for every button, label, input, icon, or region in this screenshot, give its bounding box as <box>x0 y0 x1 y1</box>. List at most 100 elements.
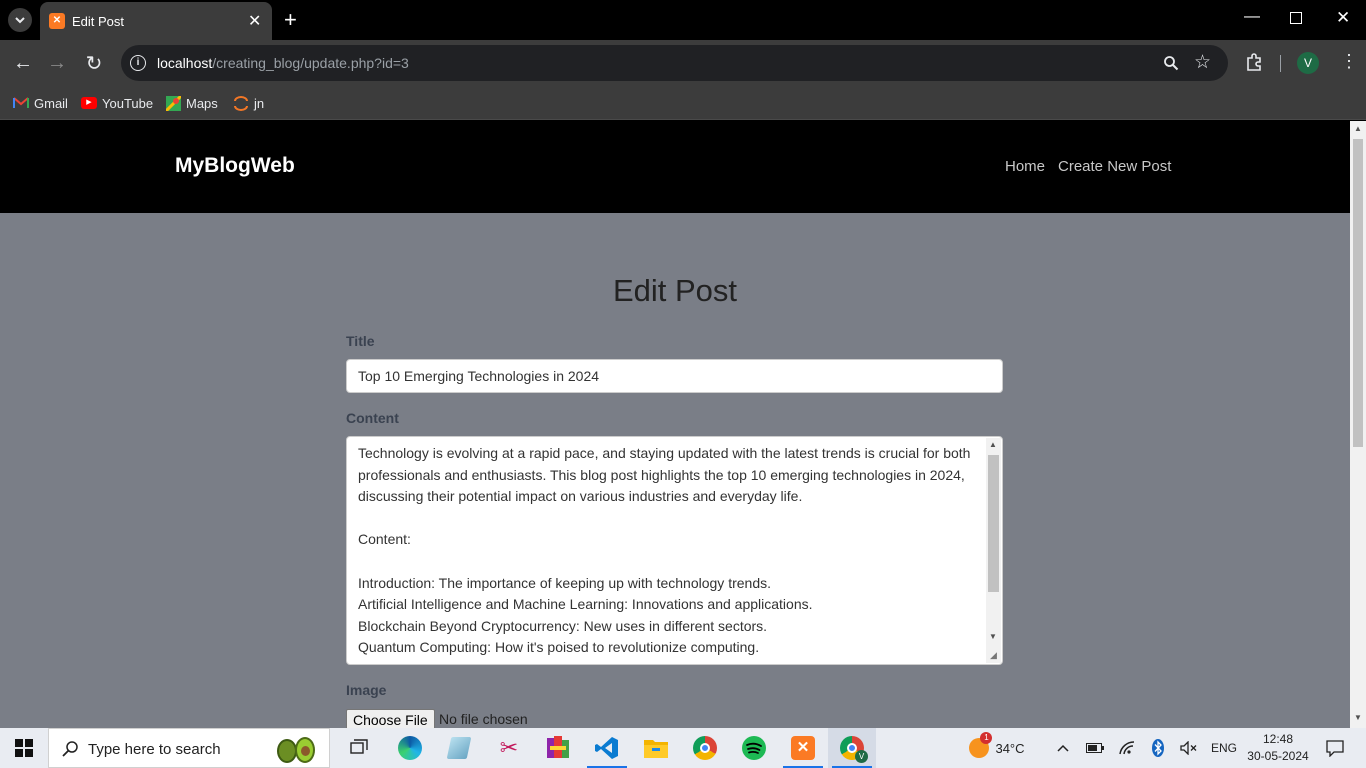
taskbar-winrar[interactable] <box>534 728 582 768</box>
taskbar-snipping-tool[interactable]: ✂ <box>485 728 533 768</box>
tray-wifi[interactable] <box>1117 728 1139 768</box>
tray-show-hidden-button[interactable] <box>1052 728 1074 768</box>
tab-search-button[interactable] <box>8 8 32 32</box>
xampp-icon: ✕ <box>791 736 815 760</box>
minimize-button[interactable]: — <box>1244 8 1260 26</box>
chrome-profile-icon: V <box>840 736 868 763</box>
task-view-button[interactable] <box>336 728 384 768</box>
profile-avatar[interactable]: V <box>1297 52 1319 74</box>
jupyter-icon <box>234 96 248 111</box>
bookmark-star-icon[interactable]: ☆ <box>1194 51 1211 74</box>
vscode-icon <box>595 737 618 759</box>
zoom-icon[interactable] <box>1163 55 1179 71</box>
taskbar-spotify[interactable] <box>730 728 778 768</box>
taskbar-chrome-profile[interactable]: V <box>828 728 876 768</box>
bookmark-label: jn <box>254 95 265 111</box>
tab-close-icon[interactable]: ✕ <box>248 11 261 31</box>
site-brand[interactable]: MyBlogWeb <box>175 154 295 178</box>
page-scroll-up-icon[interactable]: ▲ <box>1354 124 1362 133</box>
maps-icon <box>166 95 181 111</box>
scroll-up-icon[interactable]: ▲ <box>989 440 997 449</box>
tablet-app-icon <box>446 737 472 759</box>
image-label: Image <box>346 682 387 698</box>
back-button[interactable]: ← <box>10 50 36 76</box>
tray-battery[interactable] <box>1084 728 1106 768</box>
search-icon <box>62 741 78 757</box>
taskbar-app-tablet[interactable] <box>435 728 483 768</box>
content-scroll-thumb[interactable] <box>988 455 999 592</box>
browser-menu-icon[interactable]: ⋮ <box>1340 51 1358 72</box>
avocado-highlight-icon <box>273 735 317 763</box>
content-scrollbar[interactable]: ▲ ▼ ◢ <box>986 438 1001 663</box>
youtube-icon: ▶ <box>81 97 97 109</box>
tab-title: Edit Post <box>72 14 125 29</box>
restore-button[interactable] <box>1290 12 1302 24</box>
taskbar-xampp[interactable]: ✕ <box>779 728 827 768</box>
taskbar-file-explorer[interactable] <box>632 728 680 768</box>
folder-icon <box>644 740 668 758</box>
bookmark-jn[interactable]: jn <box>233 93 264 113</box>
bookmark-label: YouTube <box>102 95 154 111</box>
chevron-down-icon <box>15 17 25 24</box>
title-input[interactable]: Top 10 Emerging Technologies in 2024 <box>346 359 1003 393</box>
browser-tab[interactable]: ✕ Edit Post ✕ <box>40 2 272 40</box>
tray-language[interactable]: ENG <box>1208 728 1240 768</box>
windows-logo-icon <box>15 739 33 757</box>
taskbar-chrome[interactable] <box>681 728 729 768</box>
page-scroll-down-icon[interactable]: ▼ <box>1354 713 1362 722</box>
bookmarks-bar: Gmail ▶ YouTube Maps jn <box>0 86 1366 120</box>
bookmark-youtube[interactable]: ▶ YouTube <box>81 93 153 113</box>
weather-widget[interactable]: 1 34°C <box>964 728 1030 768</box>
weather-sun-icon: 1 <box>969 732 993 758</box>
taskbar-edge[interactable] <box>386 728 434 768</box>
address-bar[interactable]: i localhost/creating_blog/update.php?id=… <box>121 45 1228 81</box>
bookmark-maps[interactable]: Maps <box>166 93 218 113</box>
url-host: localhost <box>157 55 213 71</box>
clock-date: 30-05-2024 <box>1247 749 1309 763</box>
content-text: Technology is evolving at a rapid pace, … <box>358 445 971 656</box>
reload-button[interactable]: ↻ <box>81 50 107 76</box>
page-scrollbar[interactable]: ▲ ▼ <box>1350 121 1366 728</box>
chrome-icon <box>693 736 717 760</box>
choose-file-button[interactable]: Choose File <box>346 709 435 728</box>
taskbar-search-box[interactable]: Type here to search <box>48 728 330 768</box>
page-title: Edit Post <box>612 273 738 308</box>
site-info-icon[interactable]: i <box>130 55 146 71</box>
url-text: localhost/creating_blog/update.php?id=3 <box>157 55 409 71</box>
content-label: Content <box>346 410 399 426</box>
nav-create-post-link[interactable]: Create New Post <box>1058 158 1171 175</box>
tray-volume[interactable] <box>1178 728 1200 768</box>
bookmark-gmail[interactable]: Gmail <box>13 93 68 113</box>
forward-button[interactable]: → <box>44 50 70 76</box>
language-text: ENG <box>1210 741 1237 755</box>
start-button[interactable] <box>0 728 48 768</box>
winrar-icon <box>547 736 569 758</box>
volume-muted-icon <box>1180 741 1197 755</box>
weather-temp: 34°C <box>995 740 1025 756</box>
taskbar-vscode[interactable] <box>583 728 631 768</box>
tray-clock[interactable]: 12:48 30-05-2024 <box>1246 728 1310 768</box>
file-status-text: No file chosen <box>439 711 528 727</box>
page-scroll-thumb[interactable] <box>1353 139 1363 447</box>
notifications-button[interactable] <box>1320 728 1350 768</box>
edge-icon <box>398 736 422 760</box>
spotify-icon <box>742 736 766 760</box>
nav-home-link[interactable]: Home <box>1005 158 1045 175</box>
tray-bluetooth[interactable] <box>1148 728 1168 768</box>
chevron-up-icon <box>1057 744 1069 752</box>
resize-grip-icon[interactable]: ◢ <box>990 650 997 661</box>
close-window-button[interactable]: ✕ <box>1336 8 1350 28</box>
notification-icon <box>1326 739 1344 757</box>
gmail-icon <box>13 97 29 108</box>
scroll-down-icon[interactable]: ▼ <box>989 632 997 641</box>
search-placeholder: Type here to search <box>88 741 221 758</box>
xampp-favicon-icon: ✕ <box>49 13 65 29</box>
bookmark-label: Maps <box>186 95 218 111</box>
web-page: MyBlogWeb Home Create New Post Edit Post… <box>0 121 1350 728</box>
extensions-icon[interactable] <box>1245 53 1264 72</box>
bookmark-label: Gmail <box>34 95 68 111</box>
content-textarea[interactable]: Technology is evolving at a rapid pace, … <box>346 436 1003 665</box>
snipping-tool-icon: ✂ <box>499 735 519 760</box>
new-tab-button[interactable]: + <box>284 7 297 33</box>
windows-taskbar: Type here to search ✂ ✕ V 1 34°C ENG 12:… <box>0 728 1366 768</box>
